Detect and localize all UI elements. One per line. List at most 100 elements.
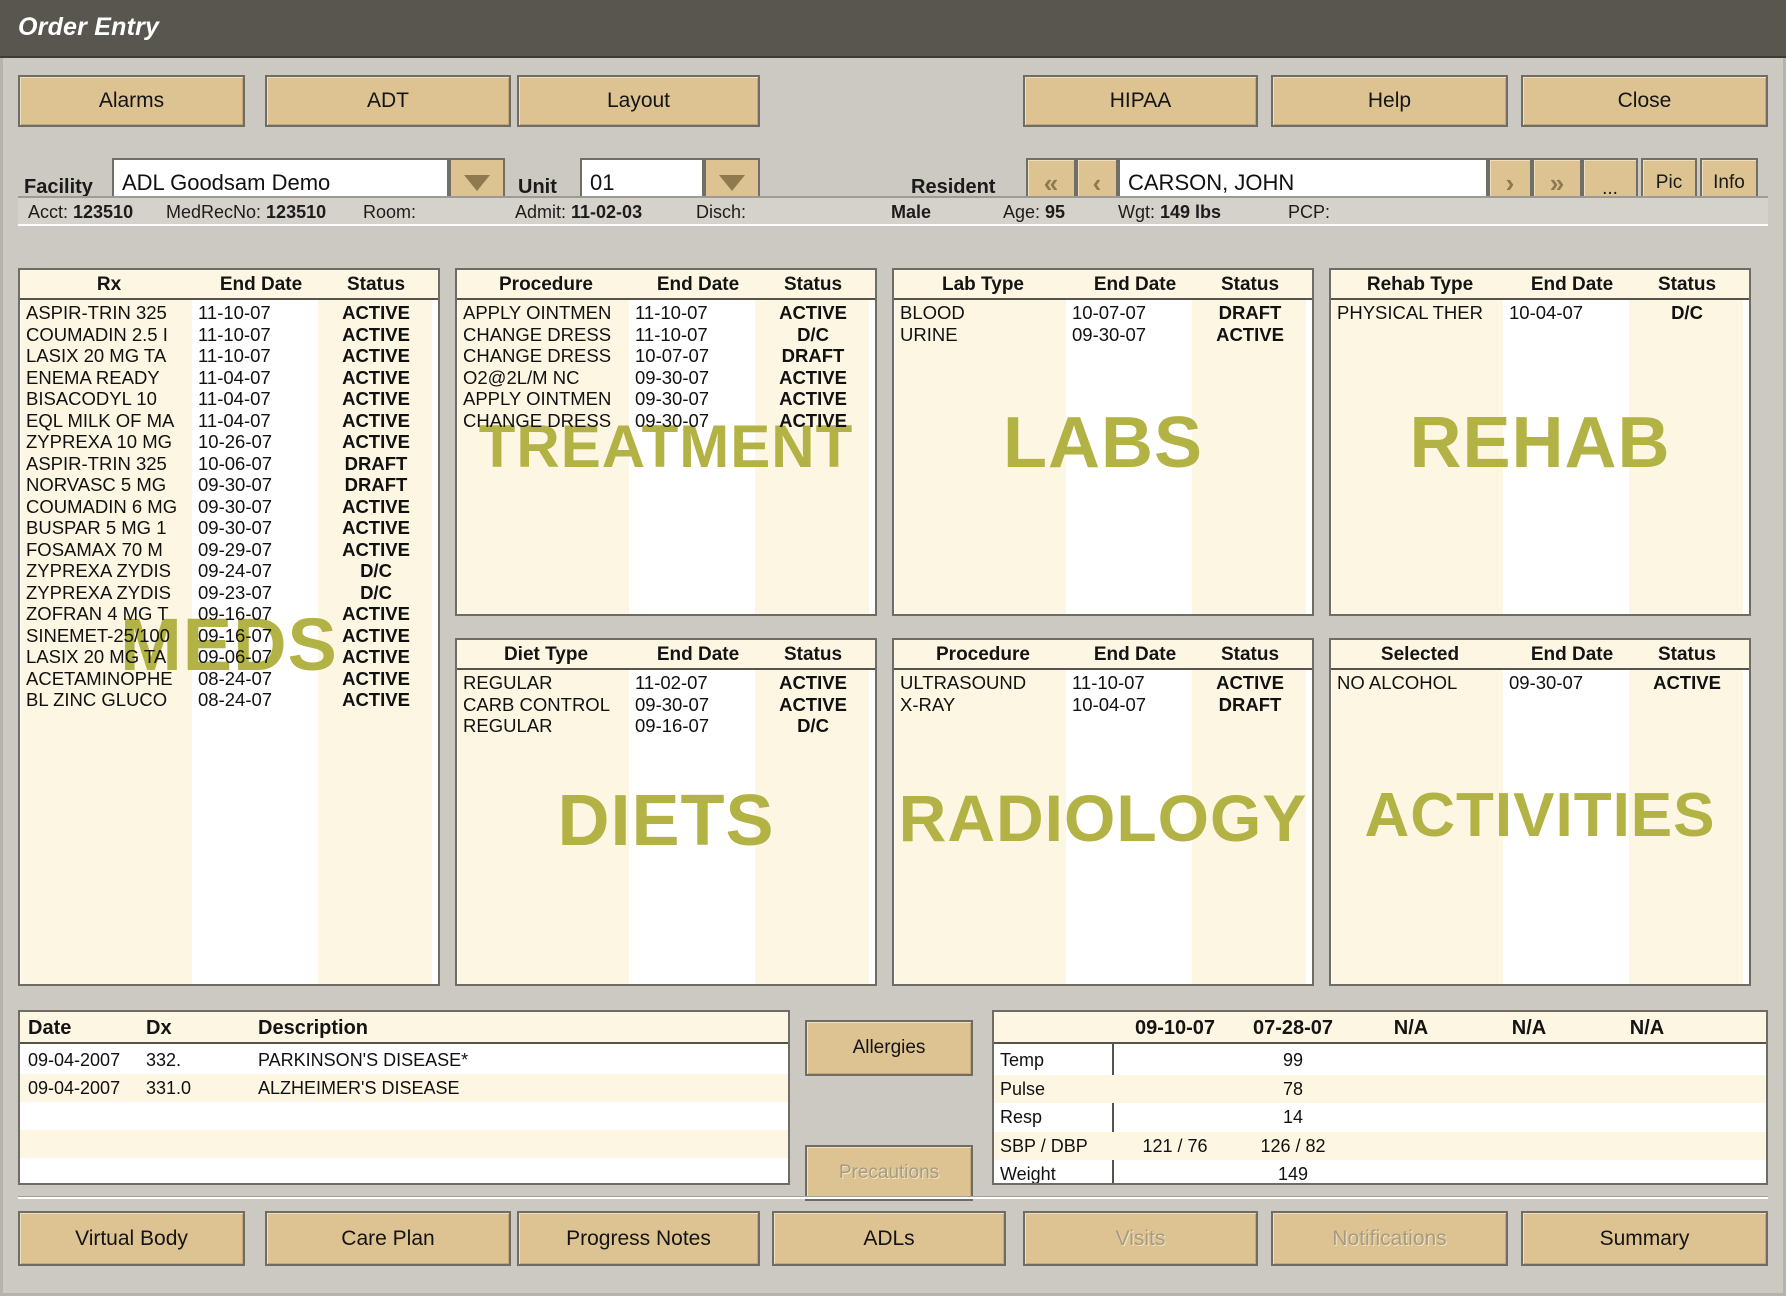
layout-button[interactable]: Layout xyxy=(517,75,760,127)
alarms-button[interactable]: Alarms xyxy=(18,75,245,127)
diagnosis-grid[interactable]: Date Dx Description 09-04-2007332.PARKIN… xyxy=(18,1010,790,1185)
rehab-panel[interactable]: REHABRehab TypeEnd DateStatusPHYSICAL TH… xyxy=(1329,268,1751,616)
diets-panel[interactable]: DIETSDiet TypeEnd DateStatusREGULAR11-02… xyxy=(455,638,877,986)
row-item: CARB CONTROL xyxy=(463,694,633,716)
vitals-row[interactable]: Temp99 xyxy=(994,1046,1766,1075)
table-row[interactable]: SINEMET-25/10009-16-07ACTIVE xyxy=(20,625,438,647)
virtual-body-button[interactable]: Virtual Body xyxy=(18,1211,245,1266)
vitals-value: 14 xyxy=(1234,1107,1352,1128)
table-row[interactable]: ASPIR-TRIN 32511-10-07ACTIVE xyxy=(20,302,438,324)
table-row[interactable]: ULTRASOUND11-10-07ACTIVE xyxy=(894,672,1312,694)
demographic-label: Acct: xyxy=(28,202,73,222)
table-row[interactable]: ZYPREXA ZYDIS09-23-07D/C xyxy=(20,582,438,604)
row-item: ULTRASOUND xyxy=(900,672,1070,694)
row-item: PHYSICAL THER xyxy=(1337,302,1507,324)
table-row[interactable]: ZOFRAN 4 MG T09-16-07ACTIVE xyxy=(20,603,438,625)
demographic-value: 123510 xyxy=(73,202,133,222)
table-row[interactable]: CHANGE DRESS10-07-07DRAFT xyxy=(457,345,875,367)
demographic-field-3: Admit: 11-02-03 xyxy=(515,202,642,223)
meds-panel[interactable]: MEDSRxEnd DateStatusASPIR-TRIN 32511-10-… xyxy=(18,268,440,986)
table-row[interactable]: BLOOD10-07-07DRAFT xyxy=(894,302,1312,324)
row-item: COUMADIN 2.5 I xyxy=(26,324,196,346)
row-end-date: 09-30-07 xyxy=(198,517,324,539)
row-end-date: 10-04-07 xyxy=(1509,302,1635,324)
row-end-date: 09-06-07 xyxy=(198,646,324,668)
vitals-row-label: Temp xyxy=(1000,1050,1044,1071)
table-row[interactable]: COUMADIN 6 MG09-30-07ACTIVE xyxy=(20,496,438,518)
row-item: CHANGE DRESS xyxy=(463,410,633,432)
demographic-value: 95 xyxy=(1045,202,1065,222)
table-row[interactable]: BISACODYL 1011-04-07ACTIVE xyxy=(20,388,438,410)
table-row[interactable]: ENEMA READY11-04-07ACTIVE xyxy=(20,367,438,389)
care-plan-button[interactable]: Care Plan xyxy=(265,1211,511,1266)
table-row[interactable]: ZYPREXA 10 MG10-26-07ACTIVE xyxy=(20,431,438,453)
status-badge: DRAFT xyxy=(757,345,869,367)
table-row[interactable]: CHANGE DRESS09-30-07ACTIVE xyxy=(457,410,875,432)
adt-button[interactable]: ADT xyxy=(265,75,511,127)
panel-rows: ULTRASOUND11-10-07ACTIVEX-RAY10-04-07DRA… xyxy=(894,672,1312,715)
labs-panel[interactable]: LABSLab TypeEnd DateStatusBLOOD10-07-07D… xyxy=(892,268,1314,616)
close-button[interactable]: Close xyxy=(1521,75,1768,127)
table-row[interactable]: APPLY OINTMEN11-10-07ACTIVE xyxy=(457,302,875,324)
demographic-value: 123510 xyxy=(266,202,326,222)
vitals-grid[interactable]: 09-10-0707-28-07N/AN/AN/A Temp99Pulse78R… xyxy=(992,1010,1768,1185)
vitals-row[interactable]: Pulse78 xyxy=(994,1075,1766,1104)
summary-button[interactable]: Summary xyxy=(1521,1211,1768,1266)
panel-header: ProcedureEnd DateStatus xyxy=(457,270,875,300)
demographic-field-6: Age: 95 xyxy=(1003,202,1065,223)
table-row[interactable]: EQL MILK OF MA11-04-07ACTIVE xyxy=(20,410,438,432)
table-row[interactable]: LASIX 20 MG TA09-06-07ACTIVE xyxy=(20,646,438,668)
table-row[interactable]: URINE09-30-07ACTIVE xyxy=(894,324,1312,346)
panel-header: Rehab TypeEnd DateStatus xyxy=(1331,270,1749,300)
diagnosis-col-dx: Dx xyxy=(146,1017,172,1040)
row-end-date: 11-04-07 xyxy=(198,367,324,389)
row-item: BISACODYL 10 xyxy=(26,388,196,410)
table-row[interactable]: APPLY OINTMEN09-30-07ACTIVE xyxy=(457,388,875,410)
table-row[interactable]: REGULAR11-02-07ACTIVE xyxy=(457,672,875,694)
vitals-row-label: Weight xyxy=(1000,1164,1056,1185)
demographic-field-2: Room: xyxy=(363,202,416,223)
table-row[interactable]: REGULAR09-16-07D/C xyxy=(457,715,875,737)
allergies-button[interactable]: Allergies xyxy=(805,1020,973,1076)
diagnosis-row[interactable]: 09-04-2007332.PARKINSON'S DISEASE* xyxy=(20,1046,788,1074)
table-row[interactable]: ZYPREXA ZYDIS09-24-07D/C xyxy=(20,560,438,582)
table-row[interactable]: NORVASC 5 MG09-30-07DRAFT xyxy=(20,474,438,496)
table-row[interactable]: CHANGE DRESS11-10-07D/C xyxy=(457,324,875,346)
vitals-row[interactable]: Resp14 xyxy=(994,1103,1766,1132)
row-end-date: 10-06-07 xyxy=(198,453,324,475)
activities-panel[interactable]: ACTIVITIESSelectedEnd DateStatusNO ALCOH… xyxy=(1329,638,1751,986)
table-row[interactable]: BL ZINC GLUCO08-24-07ACTIVE xyxy=(20,689,438,711)
vitals-date-column: N/A xyxy=(1352,1017,1470,1040)
table-row[interactable]: NO ALCOHOL09-30-07ACTIVE xyxy=(1331,672,1749,694)
diagnosis-description: ALZHEIMER'S DISEASE xyxy=(258,1078,460,1099)
table-row[interactable]: BUSPAR 5 MG 109-30-07ACTIVE xyxy=(20,517,438,539)
table-row[interactable]: CARB CONTROL09-30-07ACTIVE xyxy=(457,694,875,716)
demographic-field-0: Acct: 123510 xyxy=(28,202,133,223)
diagnosis-row[interactable]: 09-04-2007331.0ALZHEIMER'S DISEASE xyxy=(20,1074,788,1102)
row-item: FOSAMAX 70 M xyxy=(26,539,196,561)
column-header: End Date xyxy=(635,644,761,666)
column-header: Status xyxy=(757,644,869,666)
vitals-row[interactable]: Weight 149 xyxy=(994,1160,1766,1185)
table-row[interactable]: COUMADIN 2.5 I11-10-07ACTIVE xyxy=(20,324,438,346)
table-row[interactable]: ASPIR-TRIN 32510-06-07DRAFT xyxy=(20,453,438,475)
table-row[interactable]: FOSAMAX 70 M09-29-07ACTIVE xyxy=(20,539,438,561)
vitals-value: 149 xyxy=(1234,1164,1352,1185)
panel-rows: APPLY OINTMEN11-10-07ACTIVECHANGE DRESS1… xyxy=(457,302,875,431)
radiology-panel[interactable]: RADIOLOGYProcedureEnd DateStatusULTRASOU… xyxy=(892,638,1314,986)
vitals-row[interactable]: SBP / DBP121 / 76126 / 82 xyxy=(994,1132,1766,1161)
table-row[interactable]: LASIX 20 MG TA11-10-07ACTIVE xyxy=(20,345,438,367)
window-title: Order Entry xyxy=(18,13,159,42)
treatment-panel[interactable]: TREATMENTProcedureEnd DateStatusAPPLY OI… xyxy=(455,268,877,616)
table-row[interactable]: O2@2L/M NC09-30-07ACTIVE xyxy=(457,367,875,389)
table-row[interactable]: PHYSICAL THER10-04-07D/C xyxy=(1331,302,1749,324)
row-item: ACETAMINOPHE xyxy=(26,668,196,690)
row-end-date: 10-07-07 xyxy=(635,345,761,367)
adls-button[interactable]: ADLs xyxy=(772,1211,1006,1266)
table-row[interactable]: ACETAMINOPHE08-24-07ACTIVE xyxy=(20,668,438,690)
progress-notes-button[interactable]: Progress Notes xyxy=(517,1211,760,1266)
table-row[interactable]: X-RAY10-04-07DRAFT xyxy=(894,694,1312,716)
hipaa-button[interactable]: HIPAA xyxy=(1023,75,1258,127)
demographic-label: Disch: xyxy=(696,202,746,222)
help-button[interactable]: Help xyxy=(1271,75,1508,127)
